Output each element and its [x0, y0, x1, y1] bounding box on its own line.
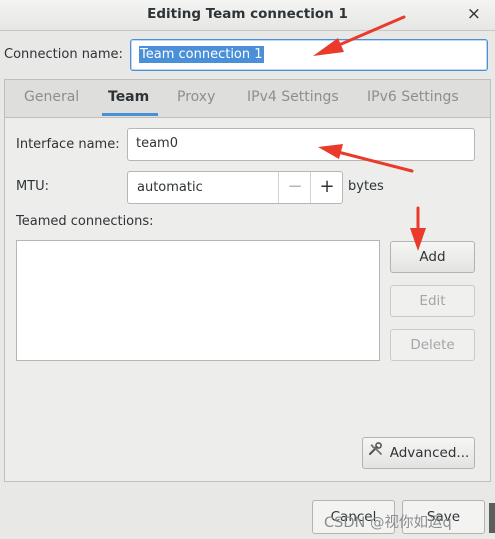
edit-button[interactable]: Edit — [390, 285, 475, 317]
connection-name-label: Connection name: — [4, 47, 123, 62]
connection-name-input[interactable]: Team connection 1 — [130, 39, 488, 71]
cancel-button[interactable]: Cancel — [312, 500, 395, 534]
delete-button[interactable]: Delete — [390, 329, 475, 361]
mtu-label: MTU: — [16, 179, 50, 194]
active-tab-indicator — [102, 113, 158, 116]
advanced-button[interactable]: Advanced... — [362, 437, 475, 469]
add-button[interactable]: Add — [390, 241, 475, 273]
scrollbar-fragment — [489, 503, 495, 533]
tab-proxy[interactable]: Proxy — [177, 89, 215, 105]
close-icon[interactable]: × — [467, 4, 481, 24]
save-button[interactable]: Save — [402, 500, 485, 534]
mtu-decrement-button[interactable]: − — [278, 172, 311, 203]
connection-name-value: Team connection 1 — [139, 46, 264, 63]
tab-team[interactable]: Team — [108, 89, 149, 105]
mtu-unit-label: bytes — [348, 179, 384, 194]
wrench-screwdriver-icon — [368, 438, 384, 468]
mtu-increment-button[interactable]: + — [310, 172, 343, 203]
teamed-connections-label: Teamed connections: — [16, 214, 154, 229]
window-title: Editing Team connection 1 — [147, 6, 348, 22]
tab-ipv6-settings[interactable]: IPv6 Settings — [367, 89, 459, 105]
mtu-value: automatic — [137, 180, 203, 195]
teamed-connections-list[interactable] — [16, 240, 380, 361]
window-titlebar: Editing Team connection 1 × — [0, 0, 495, 31]
interface-name-input[interactable]: team0 — [127, 128, 475, 161]
advanced-button-label: Advanced... — [389, 445, 470, 461]
tab-ipv4-settings[interactable]: IPv4 Settings — [247, 89, 339, 105]
interface-name-label: Interface name: — [16, 137, 120, 152]
mtu-spinbutton[interactable]: automatic − + — [127, 171, 343, 204]
tab-general[interactable]: General — [24, 89, 79, 105]
tab-bar: General Team Proxy IPv4 Settings IPv6 Se… — [5, 80, 490, 118]
